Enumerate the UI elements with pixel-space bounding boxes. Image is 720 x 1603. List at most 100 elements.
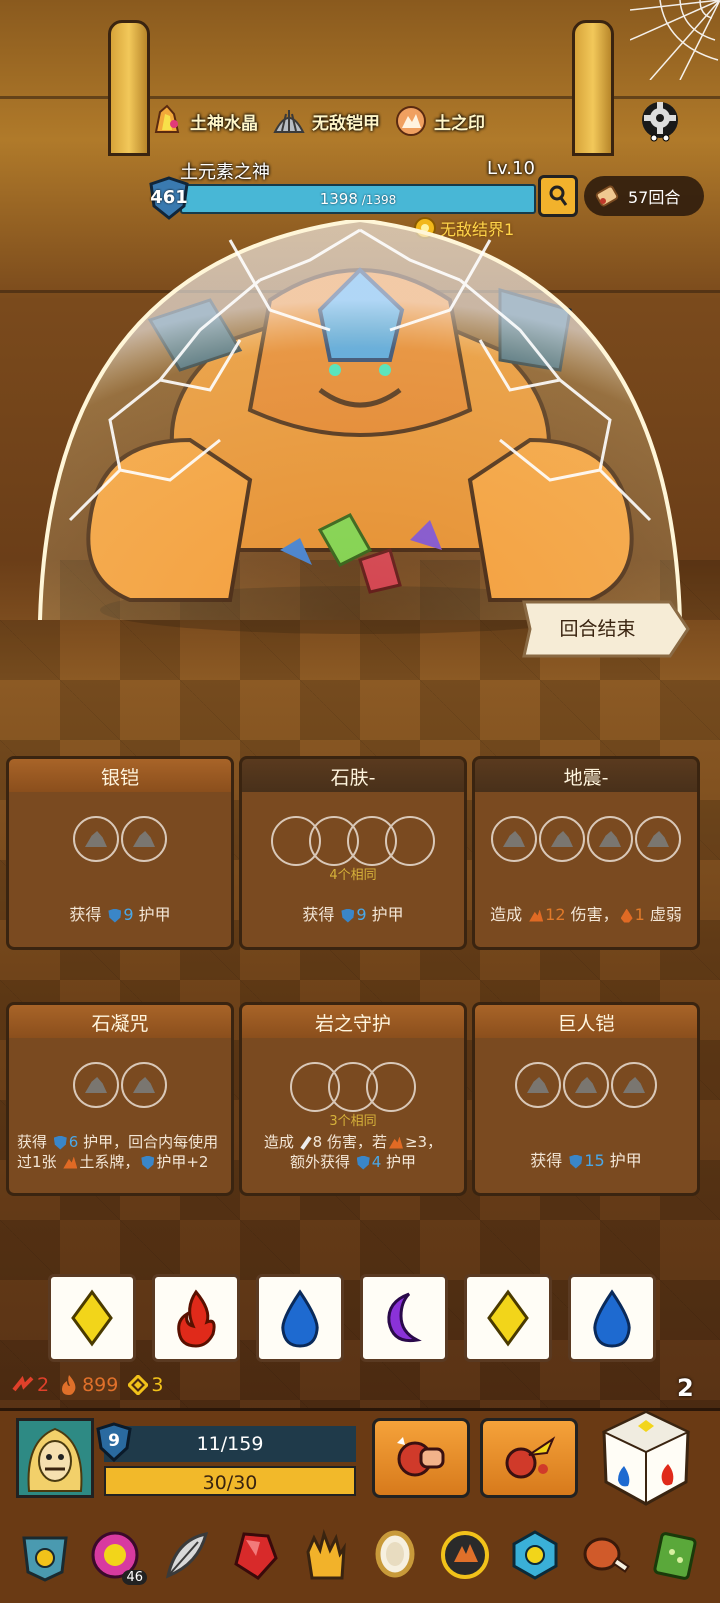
inventory-item[interactable]: 46 — [87, 1527, 147, 1585]
boss-name: 土元素之神 — [180, 162, 270, 183]
inventory-item[interactable] — [367, 1527, 423, 1583]
rock-icon — [527, 1077, 549, 1093]
reroll-die-icon[interactable] — [598, 1408, 694, 1508]
relic-label: 土之印 — [434, 113, 485, 134]
boss-hp-bar: 1398 /1398 — [180, 184, 536, 214]
gear-icon[interactable] — [636, 96, 684, 144]
relic-label: 土神水晶 — [190, 113, 258, 134]
boss-level: Lv.10 — [487, 158, 535, 179]
dice-slot[interactable] — [491, 816, 537, 862]
card-title: 岩之守护 — [239, 1002, 467, 1042]
card-stone-curse[interactable]: 石凝咒 获得 6 护甲，回合内每使用过1张 土系牌， 护甲+2 — [6, 1002, 234, 1198]
card-description: 获得 6 护甲，回合内每使用过1张 土系牌， 护甲+2 — [17, 1133, 219, 1171]
inventory-item[interactable] — [227, 1527, 283, 1583]
diamond-icon — [487, 1289, 529, 1347]
earth-god-boss[interactable] — [30, 220, 690, 640]
shield-icon — [341, 908, 355, 923]
dice-slot[interactable] — [73, 1062, 119, 1108]
dice-slot[interactable] — [121, 1062, 167, 1108]
dice-slot[interactable] — [121, 816, 167, 862]
inventory-item[interactable] — [507, 1527, 563, 1583]
relic-invincible-armor[interactable]: 无敌铠甲 — [272, 104, 380, 138]
sword-icon — [300, 1135, 312, 1150]
dice-slots — [242, 1062, 464, 1112]
item-count: 46 — [122, 1570, 147, 1585]
rock-icon — [551, 831, 573, 847]
magnifier-icon — [549, 185, 568, 206]
cobweb-icon — [630, 0, 720, 80]
card-body: 3个相同 造成 8 伤害，若 ≥3， 额外获得 4 护甲 — [239, 1038, 467, 1196]
dice-slot[interactable] — [539, 816, 585, 862]
dice-slot[interactable] — [563, 1062, 609, 1108]
card-giant-armor[interactable]: 巨人铠 获得 15 护甲 — [472, 1002, 700, 1198]
relic-label: 无敌铠甲 — [312, 113, 380, 134]
pillar — [108, 20, 150, 156]
earth-seal-icon — [394, 104, 428, 138]
inventory-item[interactable] — [17, 1527, 73, 1583]
fire-resource: 899 — [59, 1374, 118, 1396]
inventory-item[interactable] — [577, 1527, 633, 1583]
dice-slots — [9, 816, 231, 862]
pillar — [572, 20, 614, 156]
dice-slot[interactable] — [587, 816, 633, 862]
glove-icon — [306, 1528, 346, 1580]
rock-icon — [133, 1077, 155, 1093]
skill-button-smash[interactable] — [480, 1418, 578, 1498]
feather-icon — [165, 1532, 209, 1579]
card-body: 获得 15 护甲 — [472, 1038, 700, 1196]
inventory-item[interactable] — [437, 1527, 493, 1583]
dice-slot[interactable] — [611, 1062, 657, 1108]
earth-icon — [529, 909, 544, 922]
armor-shell-icon — [272, 104, 306, 138]
dice-slot[interactable] — [366, 1062, 416, 1112]
earth-amulet-icon — [441, 1531, 489, 1579]
inventory-item[interactable] — [647, 1527, 703, 1583]
dice-slots — [242, 816, 464, 866]
card-rock-guard[interactable]: 岩之守护 3个相同 造成 8 伤害，若 ≥3， 额外获得 4 护甲 — [239, 1002, 467, 1198]
die-4[interactable] — [360, 1274, 448, 1362]
rock-icon — [133, 831, 155, 847]
card-stone-skin[interactable]: 石肤- 4个相同 获得 9 护甲 — [239, 756, 467, 952]
die-5[interactable] — [464, 1274, 552, 1362]
diamond-icon — [71, 1289, 113, 1347]
dice-slot[interactable] — [635, 816, 681, 862]
boss-hp-text: 1398 /1398 — [319, 190, 397, 208]
rock-icon — [503, 831, 525, 847]
card-title: 地震- — [472, 756, 700, 796]
inventory-item[interactable] — [297, 1527, 353, 1583]
fire-icon — [62, 1375, 76, 1395]
relic-earth-crystal[interactable]: 土神水晶 — [150, 104, 258, 138]
dice-slot[interactable] — [73, 816, 119, 862]
die-1[interactable] — [48, 1274, 136, 1362]
dice-slot[interactable] — [385, 816, 435, 866]
card-description: 获得 9 护甲 — [302, 905, 404, 924]
green-book-icon — [653, 1532, 697, 1580]
end-turn-button[interactable]: 回合结束 — [520, 598, 690, 660]
water-drop-icon — [593, 1289, 631, 1348]
weak-icon — [620, 908, 633, 923]
dice-slot[interactable] — [515, 1062, 561, 1108]
player-avatar[interactable] — [16, 1418, 94, 1498]
boss-shield-badge: 461 — [148, 176, 190, 220]
gem-resource: 3 — [128, 1374, 163, 1396]
die-2[interactable] — [152, 1274, 240, 1362]
inventory-item[interactable] — [157, 1527, 213, 1583]
die-3[interactable] — [256, 1274, 344, 1362]
scroll-icon — [595, 185, 619, 207]
hero-portrait-icon — [19, 1421, 91, 1495]
relic-earth-seal[interactable]: 土之印 — [394, 104, 485, 138]
card-silver-armor[interactable]: 银铠 获得 9 护甲 — [6, 756, 234, 952]
card-requirement: 4个相同 — [329, 868, 377, 883]
rock-icon — [623, 1077, 645, 1093]
water-drop-icon — [281, 1289, 319, 1348]
boss-shield-value: 461 — [150, 187, 188, 208]
rock-icon — [85, 1077, 107, 1093]
inspect-button[interactable] — [538, 175, 578, 217]
card-earthquake[interactable]: 地震- 造成 12 伤害， 1 虚弱 — [472, 756, 700, 952]
card-body: 造成 12 伤害， 1 虚弱 — [472, 792, 700, 950]
attack-resource: 2 — [12, 1374, 49, 1396]
card-body: 4个相同 获得 9 护甲 — [239, 792, 467, 950]
skill-button-punch[interactable] — [372, 1418, 470, 1498]
card-body: 获得 9 护甲 — [6, 792, 234, 950]
die-6[interactable] — [568, 1274, 656, 1362]
